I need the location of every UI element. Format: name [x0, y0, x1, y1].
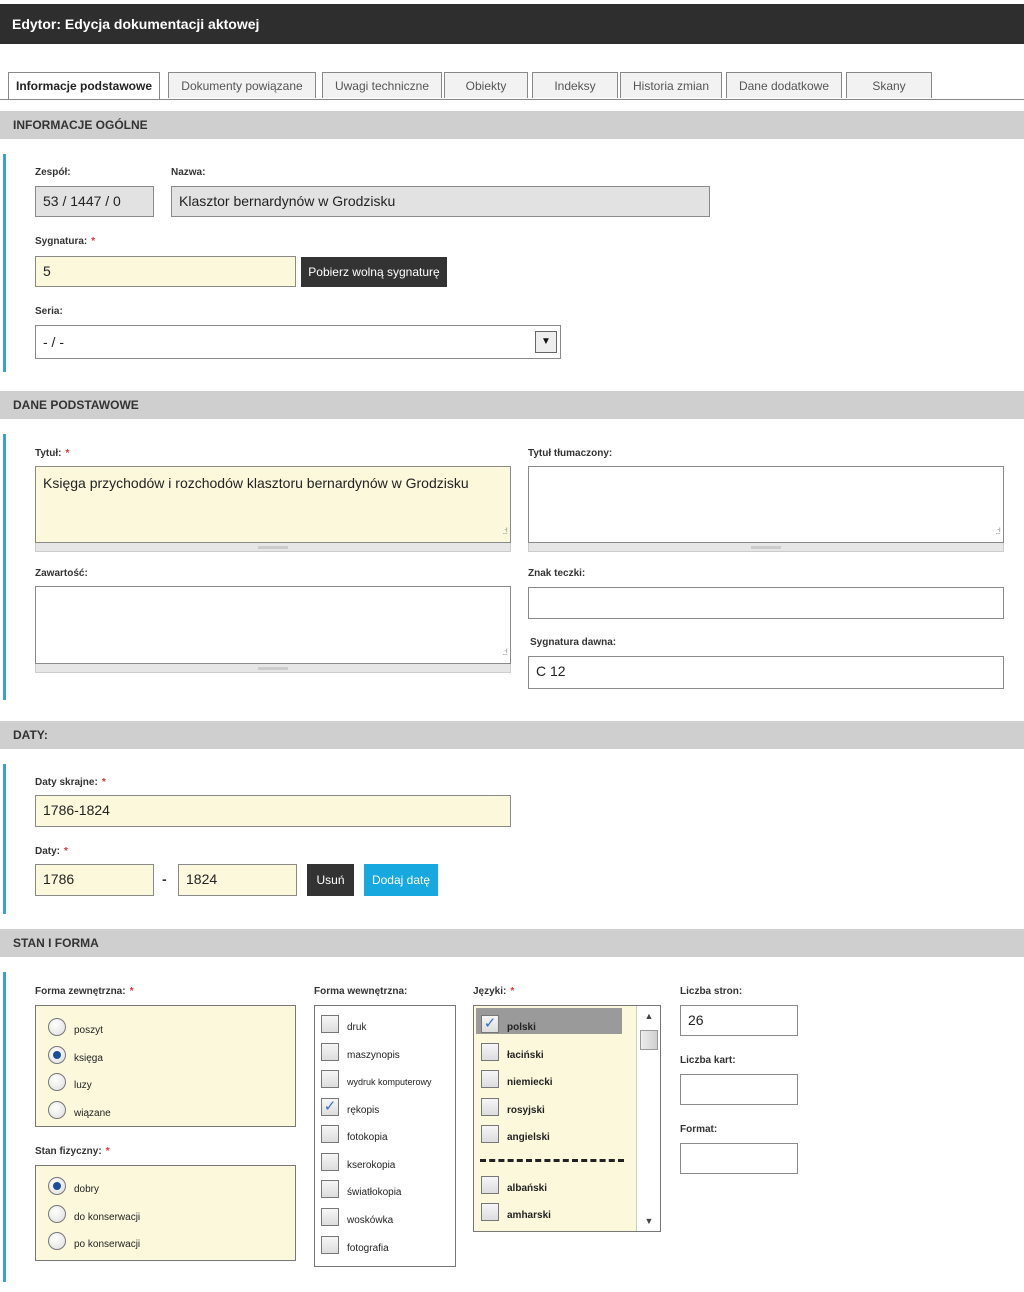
format-label: Format: [680, 1124, 718, 1135]
liczba-stron-label: Liczba stron: [680, 986, 743, 997]
resize-handle-icon[interactable]: .:! [502, 522, 507, 540]
stan-fizyczny-label: Stan fizyczny: * [35, 1146, 110, 1157]
tytul-tlumaczony-textarea[interactable]: .:! [528, 466, 1004, 543]
seria-select[interactable]: - / - [35, 325, 561, 359]
zespol-label: Zespół: [35, 167, 71, 178]
scroll-up-icon[interactable]: ▲ [637, 1006, 660, 1026]
forma-zewnetrzna-group: poszyt księga luzy wiązane [35, 1005, 296, 1127]
checkbox-icon[interactable] [321, 1236, 339, 1254]
section-dane-podstawowe: DANE PODSTAWOWE [0, 391, 1024, 419]
data-od-field[interactable]: 1786 [35, 864, 154, 896]
tab-informacje-podstawowe[interactable]: Informacje podstawowe [8, 72, 160, 100]
radio-button-selected-icon[interactable] [48, 1177, 66, 1195]
radio-button-icon[interactable] [48, 1018, 66, 1036]
resize-handle-icon[interactable]: .:! [995, 522, 1000, 540]
checkbox-checked-icon[interactable]: ✓ [321, 1098, 339, 1116]
checkbox-icon[interactable] [481, 1070, 499, 1088]
section-stan-i-forma: STAN I FORMA [0, 929, 1024, 957]
liczba-kart-label: Liczba kart: [680, 1055, 736, 1066]
date-separator: - [162, 871, 167, 887]
sygnatura-label: Sygnatura: * [35, 236, 96, 247]
radio-button-icon[interactable] [48, 1205, 66, 1223]
section-informacje-ogolne: INFORMACJE OGÓLNE [0, 111, 1024, 139]
radio-button-icon[interactable] [48, 1101, 66, 1119]
checkbox-icon[interactable] [321, 1070, 339, 1088]
checkbox-icon[interactable] [481, 1098, 499, 1116]
checkbox-checked-icon[interactable]: ✓ [481, 1015, 499, 1033]
section-daty: DATY: [0, 721, 1024, 749]
stan-fizyczny-group: dobry do konserwacji po konserwacji [35, 1165, 296, 1261]
tab-obiekty[interactable]: Obiekty [444, 72, 528, 98]
tab-uwagi-techniczne[interactable]: Uwagi techniczne [322, 72, 442, 98]
checkbox-icon[interactable] [321, 1125, 339, 1143]
textarea-grip[interactable] [35, 543, 511, 552]
jezyki-scrollbar[interactable]: ▲ ▼ [636, 1006, 660, 1231]
zawartosc-textarea[interactable]: .:! [35, 586, 511, 664]
nazwa-label: Nazwa: [171, 167, 206, 178]
tab-dokumenty-powiazane[interactable]: Dokumenty powiązane [168, 72, 316, 98]
zespol-field[interactable]: 53 / 1447 / 0 [35, 186, 154, 217]
radio-button-icon[interactable] [48, 1232, 66, 1250]
jezyki-label: Języki: * [473, 986, 515, 997]
checkbox-icon[interactable] [321, 1015, 339, 1033]
checkbox-icon[interactable] [481, 1125, 499, 1143]
liczba-kart-field[interactable] [680, 1074, 798, 1105]
daty-label: Daty: * [35, 846, 68, 857]
scroll-down-icon[interactable]: ▼ [637, 1211, 660, 1231]
checkbox-icon[interactable] [481, 1203, 499, 1221]
checkbox-icon[interactable] [481, 1043, 499, 1061]
dodaj-date-button[interactable]: Dodaj datę [364, 864, 438, 896]
daty-skrajne-field[interactable]: 1786-1824 [35, 795, 511, 827]
list-separator [480, 1159, 624, 1162]
section-accent-line [3, 154, 6, 372]
window-title: Edytor: Edycja dokumentacji aktowej [0, 4, 1024, 44]
tab-skany[interactable]: Skany [846, 72, 932, 98]
checkbox-icon[interactable] [321, 1153, 339, 1171]
forma-zewnetrzna-label: Forma zewnętrzna: * [35, 986, 134, 997]
radio-button-selected-icon[interactable] [48, 1046, 66, 1064]
znak-teczki-label: Znak teczki: [528, 568, 586, 579]
section-accent-line [3, 972, 6, 1282]
checkbox-icon[interactable] [321, 1180, 339, 1198]
section-accent-line [3, 434, 6, 700]
forma-wewnetrzna-list: druk maszynopis wydruk komputerowy ✓ ręko… [314, 1005, 456, 1267]
forma-wewnetrzna-label: Forma wewnętrzna: [314, 986, 408, 997]
radio-button-icon[interactable] [48, 1073, 66, 1091]
tab-historia-zmian[interactable]: Historia zmian [620, 72, 722, 98]
tytul-value: Księga przychodów i rozchodów klasztoru … [43, 475, 469, 491]
liczba-stron-field[interactable]: 26 [680, 1005, 798, 1036]
pobierz-sygnature-button[interactable]: Pobierz wolną sygnaturę [301, 257, 447, 287]
textarea-grip[interactable] [528, 543, 1004, 552]
sygnatura-dawna-field[interactable]: C 12 [528, 656, 1004, 689]
section-accent-line [3, 764, 6, 914]
scroll-thumb[interactable] [640, 1030, 658, 1050]
tytul-label: Tytuł: * [35, 448, 70, 459]
checkbox-icon[interactable] [321, 1208, 339, 1226]
zawartosc-label: Zawartość: [35, 568, 88, 579]
tytul-tlumaczony-label: Tytuł tłumaczony: [528, 448, 613, 459]
textarea-grip[interactable] [35, 664, 511, 673]
sygnatura-dawna-label: Sygnatura dawna: [530, 637, 617, 648]
tytul-textarea[interactable]: Księga przychodów i rozchodów klasztoru … [35, 466, 511, 543]
nazwa-field[interactable]: Klasztor bernardynów w Grodzisku [171, 186, 710, 217]
tab-dane-dodatkowe[interactable]: Dane dodatkowe [726, 72, 842, 98]
resize-handle-icon[interactable]: .:! [502, 643, 507, 661]
tab-underline [0, 99, 1024, 100]
daty-skrajne-label: Daty skrajne: * [35, 777, 106, 788]
data-do-field[interactable]: 1824 [178, 864, 297, 896]
znak-teczki-field[interactable] [528, 587, 1004, 619]
format-field[interactable] [680, 1143, 798, 1174]
checkbox-icon[interactable] [481, 1176, 499, 1194]
usun-button[interactable]: Usuń [307, 864, 354, 896]
chevron-down-icon[interactable]: ▼ [535, 331, 557, 353]
jezyki-list[interactable]: ✓ polski łaciński niemiecki rosyjski angi… [473, 1005, 661, 1232]
tab-indeksy[interactable]: Indeksy [532, 72, 618, 98]
seria-label: Seria: [35, 306, 63, 317]
required-mark: * [91, 236, 96, 247]
sygnatura-field[interactable]: 5 [35, 256, 296, 287]
checkbox-icon[interactable] [321, 1043, 339, 1061]
